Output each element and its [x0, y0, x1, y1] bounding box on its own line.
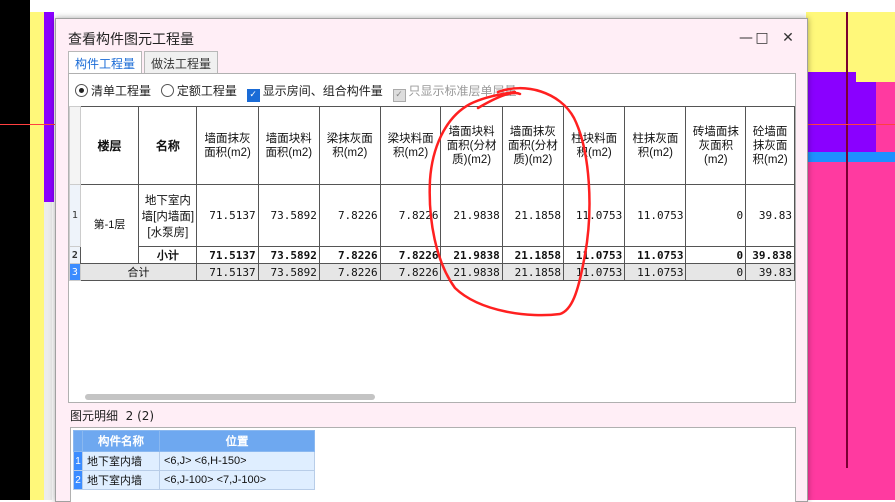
column-header[interactable]: 砖墙面抹灰面积(m2) [685, 106, 747, 185]
value-cell: 11.0753 [624, 263, 687, 281]
detail-label: 图元明细 [70, 409, 119, 423]
table-row[interactable]: 1 地下室内墙 <6,J> <6,H-150> [73, 451, 315, 471]
detail-header: 图元明细 2 (2) [70, 407, 154, 424]
background-app-area [0, 0, 30, 500]
options-bar: 清单工程量 定额工程量 ✓ 显示房间、组合构件量 ✓ 只显示标准层单层量 [75, 82, 523, 102]
value-cell: 11.0753 [562, 263, 626, 281]
background-app-area [44, 0, 895, 12]
column-header[interactable]: 砼墙面抹灰面积(m2) [745, 106, 795, 185]
value-cell: 11.0753 [624, 184, 687, 247]
value-cell: 39.838 [745, 246, 795, 264]
tab-method-quantity[interactable]: 做法工程量 [144, 51, 219, 75]
checkbox-checked-icon: ✓ [246, 89, 260, 102]
horizontal-scrollbar[interactable] [85, 394, 375, 400]
value-cell: 11.0753 [562, 246, 626, 264]
value-cell: 7.8226 [379, 184, 442, 247]
quantity-table: 楼层 名称 墙面抹灰面积(m2) 墙面块料面积(m2) 梁抹灰面积(m2) 梁块… [69, 106, 795, 281]
value-cell: 7.8226 [318, 263, 381, 281]
tab-bar: 构件工程量 做法工程量 [68, 51, 220, 75]
quantity-panel: 清单工程量 定额工程量 ✓ 显示房间、组合构件量 ✓ 只显示标准层单层量 楼层 名称… [68, 73, 796, 403]
value-cell: 39.83 [745, 263, 795, 281]
position-cell: <6,J-100> <7,J-100> [159, 470, 315, 490]
detail-panel: 构件名称 位置 1 地下室内墙 <6,J> <6,H-150> 2 地下室内墙 … [70, 427, 796, 502]
background-app-area [856, 12, 895, 82]
column-header[interactable]: 墙面抹灰面积(分材质)(m2) [501, 106, 564, 185]
column-header[interactable]: 位置 [159, 430, 315, 452]
table-row[interactable]: 1 第-1层 地下室内墙[内墙面][水泵房] 71.5137 73.5892 7… [69, 184, 795, 264]
background-app-area [44, 12, 54, 202]
radio-bill-quantity[interactable]: 清单工程量 [75, 84, 151, 98]
row-number: 3 [69, 263, 81, 281]
value-cell: 21.1858 [501, 246, 564, 264]
value-cell: 7.8226 [379, 263, 442, 281]
background-app-area [806, 72, 876, 152]
column-header[interactable]: 构件名称 [82, 430, 160, 452]
dialog-title: 查看构件图元工程量 [68, 31, 194, 47]
radio-selected-icon [75, 84, 88, 97]
value-cell: 0 [685, 184, 747, 247]
row-number-header [69, 106, 81, 185]
table-row[interactable]: 2 地下室内墙 <6,J-100> <7,J-100> [73, 470, 315, 490]
component-name-cell: 地下室内墙 [82, 470, 160, 490]
value-cell: 71.5137 [196, 263, 259, 281]
radio-quota-quantity[interactable]: 定额工程量 [160, 84, 237, 98]
column-header[interactable]: 墙面抹灰面积(m2) [196, 106, 259, 185]
value-cell: 21.9838 [440, 184, 503, 247]
row-number: 1 [73, 451, 83, 471]
background-app-area [846, 12, 848, 468]
total-cell: 合计 [79, 263, 198, 281]
value-cell: 7.8226 [379, 246, 442, 264]
column-header[interactable]: 梁抹灰面积(m2) [318, 106, 381, 185]
value-cell: 0 [685, 246, 747, 264]
value-cell: 39.83 [745, 184, 795, 247]
value-cell: 7.8226 [318, 246, 381, 264]
row-number: 2 [69, 246, 81, 264]
name-cell: 小计 [138, 246, 198, 264]
value-cell: 71.5137 [196, 184, 259, 247]
position-cell: <6,J> <6,H-150> [159, 451, 315, 471]
row-number: 1 [69, 184, 81, 247]
table-row[interactable]: 3 合计 71.5137 73.5892 7.8226 7.8226 21.98… [69, 263, 795, 281]
column-header[interactable]: 梁块料面积(m2) [379, 106, 442, 185]
background-app-area [806, 152, 895, 162]
value-cell: 11.0753 [624, 246, 687, 264]
value-cell: 21.9838 [440, 263, 503, 281]
component-name-cell: 地下室内墙 [82, 451, 160, 471]
maximize-button[interactable]: □ [750, 27, 774, 49]
value-cell: 73.5892 [257, 184, 320, 247]
value-cell: 21.1858 [501, 263, 564, 281]
column-header[interactable]: 墙面块料面积(分材质)(m2) [440, 106, 503, 185]
value-cell: 71.5137 [196, 246, 259, 264]
checkbox-disabled-icon: ✓ [392, 89, 406, 102]
background-app-area [806, 12, 856, 72]
value-cell: 21.1858 [501, 184, 564, 247]
row-number-header [73, 430, 83, 452]
detail-count: 2 (2) [125, 409, 155, 423]
column-header[interactable]: 柱抹灰面积(m2) [624, 106, 687, 185]
checkbox-standard-floor[interactable]: ✓ 只显示标准层单层量 [392, 84, 517, 102]
value-cell: 0 [685, 263, 747, 281]
close-button[interactable]: ✕ [776, 27, 800, 49]
radio-empty-icon [160, 84, 174, 97]
column-header[interactable]: 柱块料面积(m2) [562, 106, 626, 185]
value-cell: 7.8226 [318, 184, 381, 247]
checkbox-show-room[interactable]: ✓ 显示房间、组合构件量 [246, 84, 383, 102]
floor-cell: 第-1层 [79, 184, 140, 264]
column-header[interactable]: 名称 [138, 106, 198, 185]
quantity-dialog: 查看构件图元工程量 — □ ✕ 构件工程量 做法工程量 清单工程量 定额工程量 ✓… [55, 18, 808, 502]
column-header[interactable]: 楼层 [79, 106, 140, 185]
value-cell: 73.5892 [257, 246, 320, 264]
value-cell: 11.0753 [562, 184, 626, 247]
table-row[interactable]: 2 小计 71.5137 73.5892 7.8226 7.8226 21.98… [69, 246, 795, 264]
value-cell: 21.9838 [440, 246, 503, 264]
row-number: 2 [73, 470, 83, 490]
column-header[interactable]: 墙面块料面积(m2) [257, 106, 320, 185]
detail-table: 构件名称 位置 1 地下室内墙 <6,J> <6,H-150> 2 地下室内墙 … [73, 430, 315, 490]
value-cell: 73.5892 [257, 263, 320, 281]
name-cell: 地下室内墙[内墙面][水泵房] [138, 184, 198, 247]
background-app-area [30, 12, 44, 500]
tab-component-quantity[interactable]: 构件工程量 [68, 51, 143, 75]
